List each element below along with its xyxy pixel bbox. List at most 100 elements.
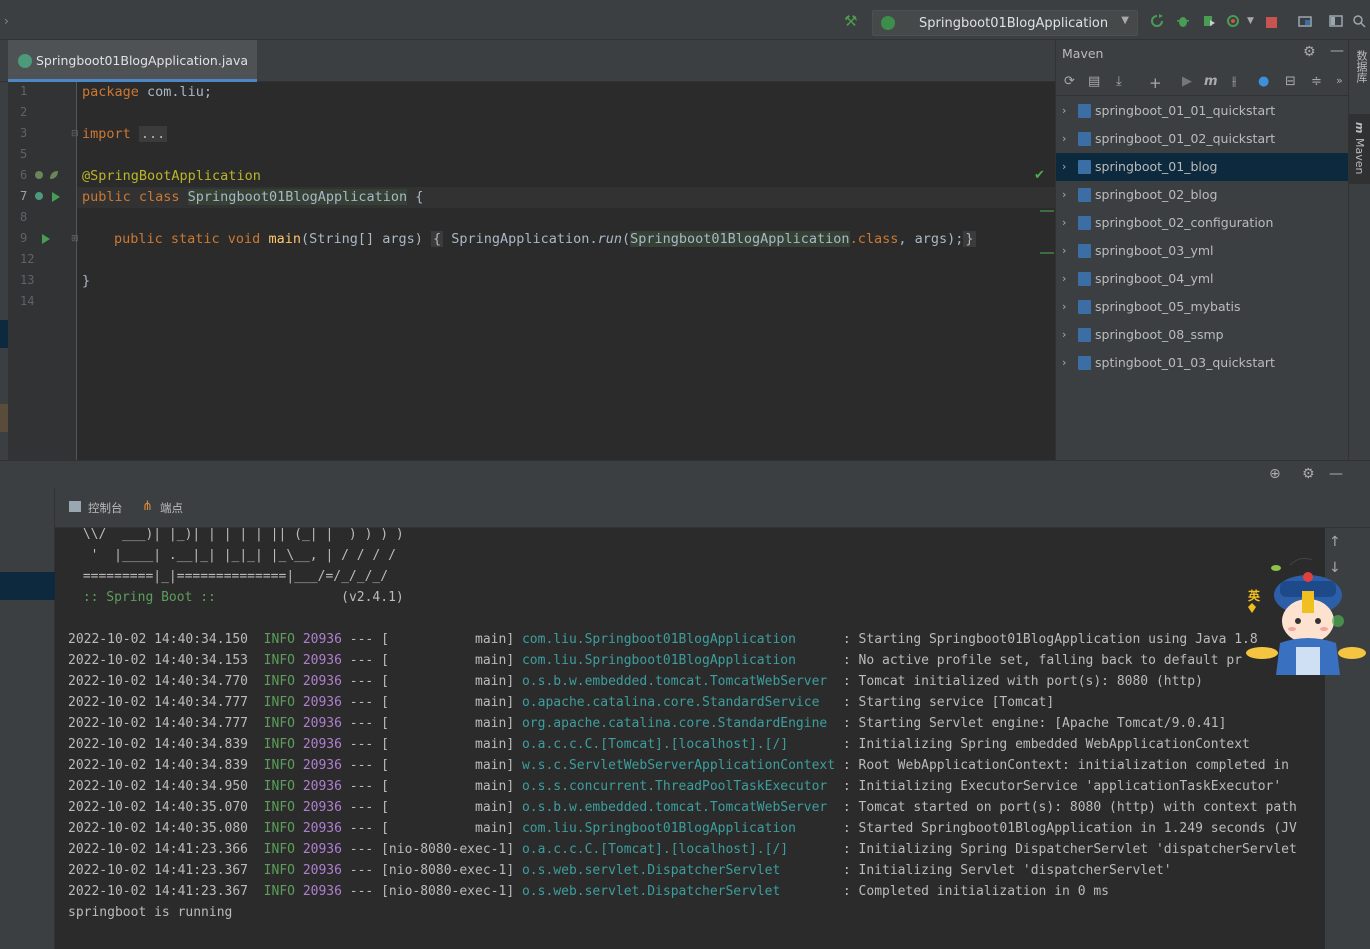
log-logger[interactable]: o.apache.catalina.core.StandardService — [522, 695, 835, 710]
debug-bug-icon[interactable] — [1176, 14, 1190, 28]
log-thread: [ main] — [381, 737, 515, 752]
search-everywhere-icon[interactable] — [1352, 14, 1366, 28]
folded-imports[interactable]: ... — [138, 126, 168, 142]
log-logger[interactable]: o.a.c.c.C.[Tomcat].[localhost].[/] — [522, 737, 835, 752]
maven-project-item[interactable]: › sptingboot_01_03_quickstart — [1056, 349, 1349, 377]
banner-line: ' |____| .__|_| |_|_| |_\__, | / / / / — [75, 548, 396, 563]
log-level: INFO — [263, 884, 295, 899]
run-maven-build-icon[interactable]: ▶ — [1182, 74, 1192, 89]
maven-module-icon — [1078, 188, 1091, 202]
log-logger[interactable]: o.s.web.servlet.DispatcherServlet — [522, 884, 835, 899]
more-run-options-icon[interactable]: ▼ — [1247, 16, 1254, 26]
chevron-right-icon[interactable]: › — [1062, 321, 1066, 349]
tab-console[interactable]: 控制台 — [88, 500, 123, 516]
chevron-right-icon[interactable]: › — [1062, 237, 1066, 265]
log-logger[interactable]: o.s.b.w.embedded.tomcat.TomcatWebServer — [522, 800, 835, 815]
chevron-right-icon[interactable]: › — [1062, 153, 1066, 181]
spring-leaf-icon[interactable] — [49, 170, 59, 180]
run-gutter-icon[interactable] — [42, 234, 50, 244]
skip-tests-icon[interactable]: ● — [1258, 74, 1269, 89]
log-logger[interactable]: w.s.c.ServletWebServerApplicationContext — [522, 758, 835, 773]
reload-icon[interactable]: ⟳ — [1064, 74, 1075, 89]
maven-project-item[interactable]: › springboot_01_blog — [1056, 153, 1349, 181]
stop-icon[interactable] — [1266, 17, 1277, 28]
chevron-right-icon[interactable]: › — [1062, 349, 1066, 377]
rerun-icon[interactable] — [1150, 14, 1164, 28]
endpoints-icon: ⋔ — [142, 499, 153, 514]
bean-icon[interactable] — [34, 191, 44, 201]
maven-project-item[interactable]: › springboot_02_blog — [1056, 181, 1349, 209]
log-line: 2022-10-02 14:41:23.366 INFO 20936 --- [… — [68, 842, 1297, 857]
log-message: : Starting Springboot01BlogApplication u… — [842, 632, 1258, 647]
log-pid: 20936 — [302, 695, 342, 710]
maven-tool-tab[interactable]: Maven — [1353, 138, 1366, 174]
tab-endpoints[interactable]: 端点 — [160, 500, 183, 516]
line-number: 5 — [20, 147, 28, 161]
log-logger[interactable]: com.liu.Springboot01BlogApplication — [522, 632, 835, 647]
chevron-right-icon[interactable]: › — [1062, 181, 1066, 209]
toggle-offline-icon[interactable]: ⫲ — [1232, 74, 1236, 89]
minimize-icon[interactable]: — — [1330, 43, 1344, 59]
target-icon[interactable]: ⊕ — [1269, 466, 1281, 482]
log-logger[interactable]: com.liu.Springboot01BlogApplication — [522, 821, 835, 836]
add-icon[interactable]: + — [1149, 74, 1162, 92]
log-pid: 20936 — [302, 779, 342, 794]
code-editor[interactable]: 1 2 3 5 6 7 8 9 12 13 14 ⊟ ⊞ ✔ package c… — [0, 82, 1055, 460]
profiler-icon[interactable] — [1226, 14, 1240, 28]
project-structure-icon[interactable] — [1298, 14, 1312, 28]
run-configuration-selector[interactable]: Springboot01BlogApplication ▼ — [872, 10, 1138, 36]
maven-project-item[interactable]: › springboot_03_yml — [1056, 237, 1349, 265]
log-thread: [ main] — [381, 632, 515, 647]
log-message: : Initializing ExecutorService 'applicat… — [842, 779, 1282, 794]
run-gutter-icon[interactable] — [52, 192, 60, 202]
editor-file-tab[interactable]: Springboot01BlogApplication.java — [8, 40, 257, 82]
build-hammer-icon[interactable]: ⚒ — [844, 12, 857, 30]
chevron-right-icon[interactable]: › — [1062, 97, 1066, 125]
arrow-up-icon[interactable]: ↑ — [1329, 534, 1341, 550]
log-logger[interactable]: o.a.c.c.C.[Tomcat].[localhost].[/] — [522, 842, 835, 857]
download-icon[interactable]: ⤓ — [1116, 74, 1122, 89]
maven-project-item[interactable]: › springboot_05_mybatis — [1056, 293, 1349, 321]
log-pid: 20936 — [302, 674, 342, 689]
log-logger[interactable]: o.s.b.w.embedded.tomcat.TomcatWebServer — [522, 674, 835, 689]
bean-icon[interactable] — [34, 170, 44, 180]
no-problems-check-icon: ✔ — [1034, 168, 1045, 183]
maven-project-item[interactable]: › springboot_02_configuration — [1056, 209, 1349, 237]
show-dependencies-icon[interactable]: ⊟ — [1285, 74, 1296, 89]
maven-module-icon — [1078, 132, 1091, 146]
maven-project-label: springboot_04_yml — [1095, 271, 1214, 286]
log-logger[interactable]: o.s.s.concurrent.ThreadPoolTaskExecutor — [522, 779, 835, 794]
code-line-7: public class Springboot01BlogApplication… — [82, 189, 424, 205]
minimize-icon[interactable]: — — [1329, 466, 1343, 482]
log-line: 2022-10-02 14:40:34.153 INFO 20936 --- [… — [68, 653, 1243, 668]
generate-sources-icon[interactable]: ▤ — [1088, 74, 1100, 89]
database-tool-tab[interactable]: 数据库 — [1353, 50, 1369, 83]
log-logger[interactable]: o.s.web.servlet.DispatcherServlet — [522, 863, 835, 878]
gear-icon[interactable]: ⚙ — [1302, 466, 1315, 482]
gear-icon[interactable]: ⚙ — [1303, 44, 1316, 60]
coverage-icon[interactable] — [1202, 14, 1216, 28]
breadcrumb-chevron-icon[interactable]: › — [4, 14, 9, 28]
chevron-right-icon[interactable]: › — [1062, 293, 1066, 321]
maven-project-item[interactable]: › springboot_04_yml — [1056, 265, 1349, 293]
execute-goal-icon[interactable]: m — [1204, 74, 1218, 89]
chevron-right-icon[interactable]: › — [1062, 265, 1066, 293]
window-layout-icon[interactable] — [1329, 14, 1343, 28]
log-timestamp: 2022-10-02 14:40:34.770 — [68, 674, 249, 689]
maven-project-item[interactable]: › springboot_08_ssmp — [1056, 321, 1349, 349]
more-icon[interactable]: » — [1336, 74, 1343, 87]
chevron-right-icon[interactable]: › — [1062, 125, 1066, 153]
chevron-right-icon[interactable]: › — [1062, 209, 1066, 237]
mascot-overlay[interactable]: 英 — [1240, 555, 1368, 685]
log-timestamp: 2022-10-02 14:40:34.777 — [68, 695, 249, 710]
maven-project-item[interactable]: › springboot_01_02_quickstart — [1056, 125, 1349, 153]
log-logger[interactable]: com.liu.Springboot01BlogApplication — [522, 653, 835, 668]
collapse-all-icon[interactable]: ≑ — [1311, 74, 1322, 89]
console-output[interactable]: \\/ ___)| |_)| | | | | || (_| | ) ) ) ) … — [55, 528, 1317, 949]
maven-project-item[interactable]: › springboot_01_01_quickstart — [1056, 97, 1349, 125]
log-line: 2022-10-02 14:40:34.839 INFO 20936 --- [… — [68, 758, 1290, 773]
log-logger[interactable]: org.apache.catalina.core.StandardEngine — [522, 716, 835, 731]
log-thread: [ main] — [381, 653, 515, 668]
fold-icon[interactable]: ⊟ — [71, 129, 79, 139]
fold-icon[interactable]: ⊞ — [71, 234, 79, 244]
